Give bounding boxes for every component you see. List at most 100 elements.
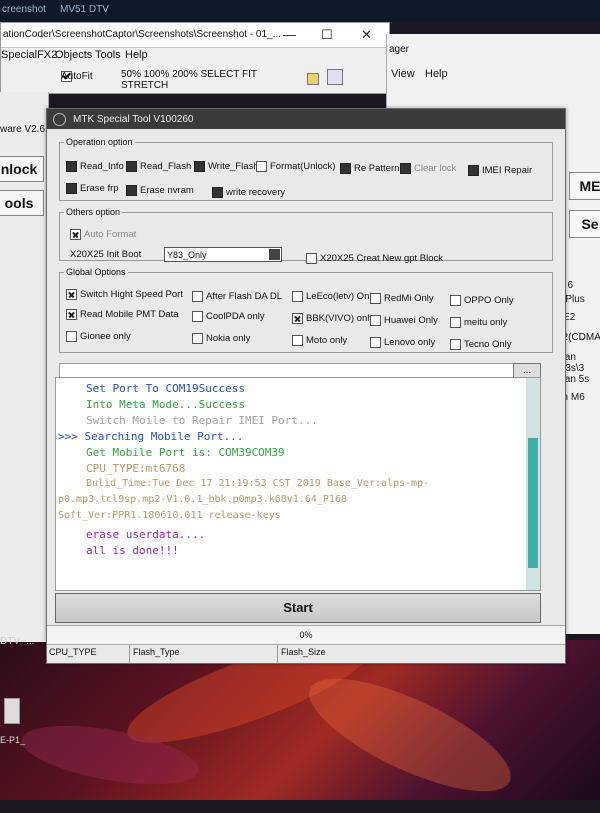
- start-button[interactable]: Start: [55, 593, 541, 623]
- checkbox[interactable]: [66, 309, 77, 320]
- checkbox[interactable]: [212, 187, 223, 198]
- checkbox[interactable]: [468, 165, 479, 176]
- menu-view[interactable]: View: [391, 68, 415, 80]
- checkbox[interactable]: [340, 163, 351, 174]
- opt-tecno-only[interactable]: Tecno Only: [450, 339, 512, 350]
- menu-tools[interactable]: Tools: [95, 49, 121, 61]
- checkbox[interactable]: [256, 161, 267, 172]
- others-option-legend: Others option: [66, 207, 121, 217]
- checkbox[interactable]: [370, 315, 381, 326]
- file-icon[interactable]: [4, 698, 20, 724]
- label: write recovery: [226, 187, 286, 199]
- opt-imei-repair[interactable]: IMEI Repair: [468, 165, 532, 176]
- me-button[interactable]: ME: [569, 172, 600, 200]
- checkbox[interactable]: [450, 295, 461, 306]
- background-left-window: ware V2.6 nlock ools: [0, 92, 49, 642]
- opt-format-unlock[interactable]: Format(Unlock): [256, 161, 335, 172]
- captor-toolbar: AutoFit 50% 100% 200% SELECT FIT STRETCH: [61, 67, 301, 91]
- menu-help[interactable]: Help: [125, 49, 148, 61]
- background-title-strip: creenshot MV51 DTV: [0, 0, 600, 22]
- checkbox[interactable]: [450, 339, 461, 350]
- scrollbar-thumb[interactable]: [528, 438, 538, 568]
- label: Nokia only: [206, 333, 251, 345]
- opt-write-flash[interactable]: Write_Flash: [194, 161, 259, 172]
- opt-meitu-only[interactable]: meitu only: [450, 317, 507, 328]
- label: OPPO Only: [464, 295, 514, 307]
- opt-write-recovery[interactable]: write recovery: [212, 187, 285, 198]
- opt-lenovo-only[interactable]: Lenovo only: [370, 337, 435, 348]
- minimize-icon[interactable]: —: [283, 27, 296, 42]
- log-scrollbar[interactable]: [526, 378, 540, 590]
- opt-erase-frp[interactable]: Erase frp: [66, 183, 119, 194]
- opt-redmi-only[interactable]: RedMi Only: [370, 293, 434, 304]
- checkbox[interactable]: [192, 311, 203, 322]
- label: Moto only: [306, 335, 348, 347]
- opt-leeco-only[interactable]: LeEco(letv) Only: [292, 291, 376, 302]
- desktop-wallpaper: [0, 617, 600, 813]
- checkbox[interactable]: [66, 183, 77, 194]
- menu-help-right[interactable]: Help: [425, 68, 448, 80]
- tools-button[interactable]: ools: [0, 190, 44, 216]
- operation-option-legend: Operation option: [66, 137, 133, 147]
- checkbox[interactable]: [126, 161, 137, 172]
- image-tool-icon[interactable]: [327, 69, 343, 85]
- opt-read-info[interactable]: Read_Info: [66, 161, 124, 172]
- app-icon: [53, 113, 66, 126]
- opt-auto-format[interactable]: Auto Format: [70, 229, 136, 240]
- checkbox[interactable]: [370, 293, 381, 304]
- opt-gpt-block[interactable]: X20X25 Creat New gpt Block: [306, 253, 443, 264]
- label: Erase nvram: [140, 185, 194, 197]
- checkbox[interactable]: [450, 317, 461, 328]
- maximize-icon[interactable]: ☐: [321, 27, 333, 43]
- opt-nokia-only[interactable]: Nokia only: [192, 333, 250, 344]
- opt-oppo-only[interactable]: OPPO Only: [450, 295, 514, 306]
- color-swatch-icon[interactable]: [307, 73, 319, 85]
- label: Read_Info: [80, 161, 124, 173]
- se-button[interactable]: Se: [569, 210, 600, 238]
- taskbar-item-dtv[interactable]: DTV--...: [0, 636, 48, 656]
- opt-read-flash[interactable]: Read_Flash: [126, 161, 191, 172]
- checkbox[interactable]: [66, 331, 77, 342]
- checkbox[interactable]: [126, 185, 137, 196]
- checkbox[interactable]: [192, 333, 203, 344]
- log-line: Soft_Ver:PPR1.180610.011 release-keys: [58, 510, 281, 521]
- log-line: Get Mobile Port is: COM39COM39: [86, 446, 285, 459]
- checkbox[interactable]: [292, 335, 303, 346]
- checkbox[interactable]: [66, 289, 77, 300]
- log-output[interactable]: Set Port To COM19Success Into Meta Mode.…: [55, 377, 541, 591]
- strip-text-right: MV51 DTV: [60, 4, 109, 15]
- opt-switch-high-speed[interactable]: Switch Hight Speed Port: [66, 289, 183, 300]
- opt-bbk-vivo-only[interactable]: BBK(VIVO) only: [292, 313, 374, 324]
- log-line: Set Port To COM19Success: [86, 382, 245, 395]
- checkbox[interactable]: [194, 161, 205, 172]
- mtk-title: MTK Special Tool V100260: [73, 114, 194, 125]
- close-icon[interactable]: ✕: [361, 27, 372, 43]
- label: X20X25 Creat New gpt Block: [320, 253, 444, 265]
- zoom-options[interactable]: 50% 100% 200% SELECT FIT STRETCH: [121, 69, 301, 91]
- checkbox[interactable]: [292, 291, 303, 302]
- checkbox[interactable]: [66, 161, 77, 172]
- checkbox[interactable]: [306, 253, 317, 264]
- opt-erase-nvram[interactable]: Erase nvram: [126, 185, 194, 196]
- unlock-button[interactable]: nlock: [0, 156, 44, 182]
- opt-moto-only[interactable]: Moto only: [292, 335, 347, 346]
- menu-specialfx[interactable]: SpecialFX2: [1, 49, 57, 61]
- label: Write_Flash: [208, 161, 259, 173]
- opt-coolpda-only[interactable]: CoolPDA only: [192, 311, 265, 322]
- checkbox[interactable]: [192, 291, 203, 302]
- device-info-header: CPU_TYPE Flash_Type Flash_Size: [47, 645, 565, 663]
- opt-gionee-only[interactable]: Gionee only: [66, 331, 131, 342]
- column-divider: [129, 645, 130, 663]
- chevron-down-icon[interactable]: [269, 249, 280, 260]
- checkbox[interactable]: [370, 337, 381, 348]
- menu-objects[interactable]: Objects: [55, 49, 92, 61]
- opt-clear-lock[interactable]: Clear lock: [400, 163, 456, 174]
- checkbox[interactable]: [70, 229, 81, 240]
- opt-after-flash-da[interactable]: After Flash DA DL: [192, 291, 282, 302]
- opt-huawei-only[interactable]: Huawei Only: [370, 315, 438, 326]
- init-boot-select[interactable]: Y83_Only: [164, 247, 282, 262]
- checkbox[interactable]: [292, 313, 303, 324]
- global-options-legend: Global Options: [66, 267, 126, 277]
- opt-read-pmt[interactable]: Read Mobile PMT Data: [66, 309, 179, 320]
- checkbox[interactable]: [400, 163, 411, 174]
